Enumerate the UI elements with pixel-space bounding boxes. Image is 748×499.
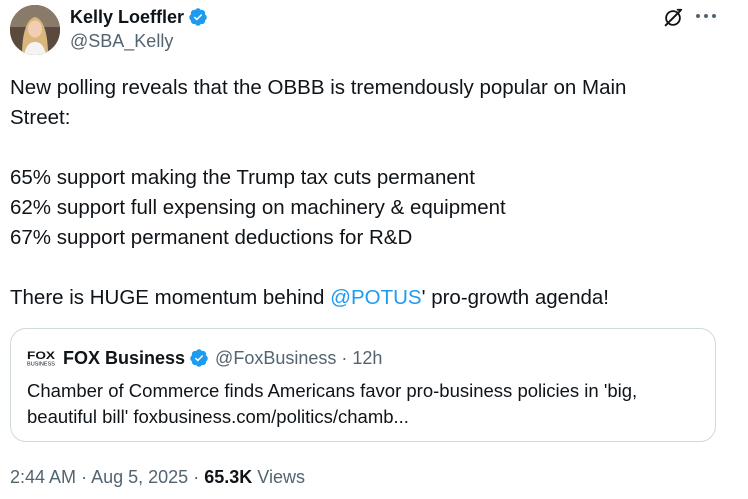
- quoted-author-name[interactable]: FOX Business: [63, 348, 185, 369]
- fox-logo-sub: BUSINESS: [27, 362, 55, 368]
- tweet-date[interactable]: Aug 5, 2025: [91, 467, 188, 487]
- author-name[interactable]: Kelly Loeffler: [70, 7, 184, 28]
- tweet-line: [10, 133, 710, 163]
- quoted-tweet-header: FOX BUSINESS FOX Business @FoxBusiness ·…: [27, 347, 382, 369]
- meta-separator: ·: [193, 467, 200, 487]
- quoted-text-line: Chamber of Commerce finds Americans favo…: [27, 380, 638, 401]
- tweet: Kelly Loeffler @SBA_Kelly New polling re…: [0, 0, 748, 499]
- author-row: Kelly Loeffler: [70, 6, 208, 28]
- tweet-last-prefix: There is HUGE momentum behind: [10, 286, 331, 309]
- meta-separator: ·: [81, 467, 88, 487]
- quoted-tweet-text: Chamber of Commerce finds Americans favo…: [27, 378, 707, 430]
- views-label: Views: [257, 467, 305, 487]
- verified-badge-icon: [189, 348, 209, 368]
- avatar[interactable]: [10, 5, 60, 55]
- verified-badge-icon[interactable]: [188, 7, 208, 27]
- fox-logo-word: FOX: [27, 350, 55, 362]
- tweet-line: 62% support full expensing on machinery …: [10, 196, 506, 219]
- views-count: 65.3K: [204, 467, 253, 487]
- tweet-last-suffix: ' pro-growth agenda!: [421, 286, 609, 309]
- tweet-time[interactable]: 2:44 AM: [10, 467, 76, 487]
- tweet-line: 67% support permanent deductions for R&D: [10, 226, 413, 249]
- author-handle[interactable]: @SBA_Kelly: [70, 31, 173, 52]
- tweet-line: [10, 253, 710, 283]
- quoted-text-line: beautiful bill' foxbusiness.com/politics…: [27, 406, 409, 427]
- tweet-line: Street:: [10, 106, 71, 129]
- quoted-separator: ·: [341, 347, 348, 368]
- tweet-line: 65% support making the Trump tax cuts pe…: [10, 166, 475, 189]
- quoted-tweet[interactable]: FOX BUSINESS FOX Business @FoxBusiness ·…: [10, 328, 716, 442]
- quoted-author-handle[interactable]: @FoxBusiness: [215, 348, 336, 369]
- tweet-last-line: There is HUGE momentum behind @POTUS' pr…: [10, 283, 710, 313]
- tweet-meta: 2:44 AM · Aug 5, 2025 · 65.3K Views: [10, 467, 305, 488]
- mention-link[interactable]: @POTUS: [330, 286, 421, 309]
- fox-business-logo[interactable]: FOX BUSINESS: [27, 349, 56, 368]
- tweet-line: New polling reveals that the OBBB is tre…: [10, 76, 627, 99]
- tweet-text: New polling reveals that the OBBB is tre…: [10, 73, 710, 313]
- grok-icon[interactable]: [662, 7, 684, 29]
- quoted-time[interactable]: 12h: [352, 348, 382, 369]
- more-icon[interactable]: [695, 9, 717, 23]
